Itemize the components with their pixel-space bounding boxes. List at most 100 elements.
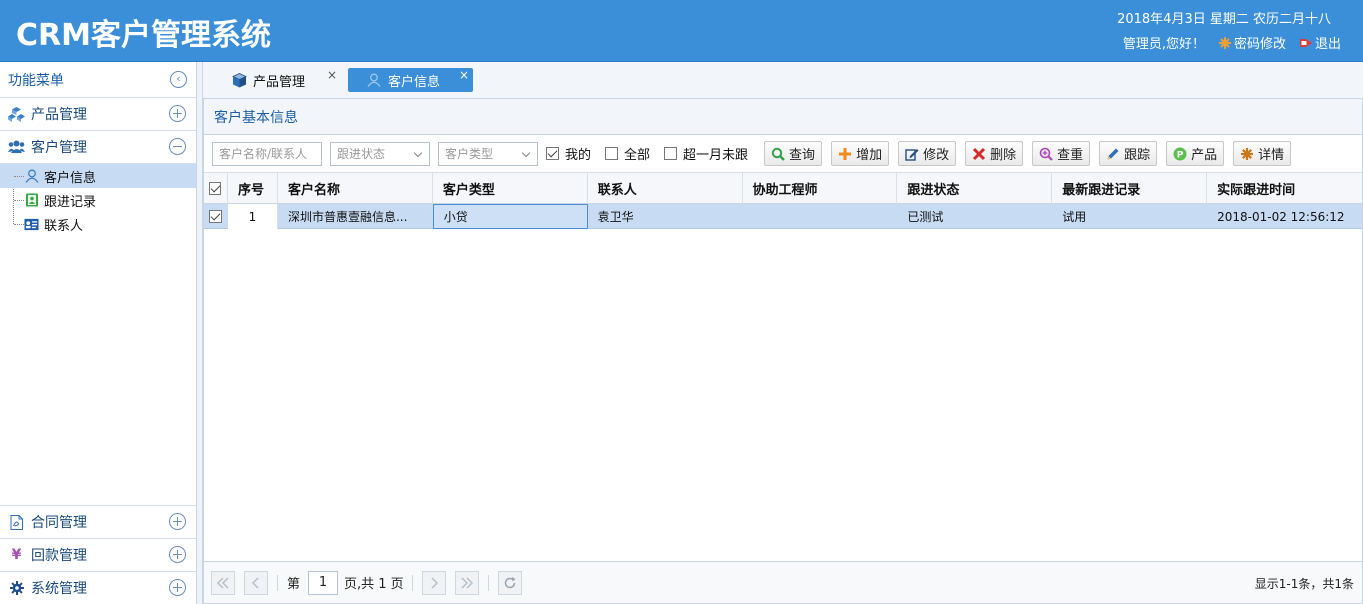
first-page-button[interactable] [211, 570, 235, 595]
select-all-cell[interactable] [204, 173, 228, 204]
follow-status-select[interactable]: 跟进状态 [330, 141, 430, 166]
page-number-input[interactable]: 1 [308, 570, 339, 595]
tab-bar: 产品管理 × 客户信息 × [203, 62, 1363, 99]
user-bar: 管理员,您好！ 密码修改 退出 [1123, 33, 1341, 52]
duplicate-check-button[interactable]: 查重 [1032, 141, 1091, 166]
refresh-icon [504, 576, 516, 588]
column-header[interactable]: 序号 [228, 173, 278, 204]
date-display: 2018年4月3日 星期二 农历二月十八 [1117, 12, 1331, 27]
column-header[interactable]: 客户类型 [433, 173, 588, 204]
search-toolbar: 客户名称/联系人 跟进状态 客户类型 我的 全部 超一月未跟 查询 增加 修改 … [204, 135, 1362, 173]
tree-item-contacts[interactable]: 联系人 [0, 212, 196, 236]
pdf-file-icon [8, 514, 25, 531]
contact-book-icon [24, 193, 39, 208]
add-button[interactable]: 增加 [831, 141, 890, 166]
delete-icon [972, 147, 986, 161]
close-icon[interactable]: × [327, 68, 337, 82]
next-page-button[interactable] [421, 570, 446, 595]
search-icon [771, 147, 785, 161]
zoom-icon [1039, 147, 1053, 161]
tab-product-management[interactable]: 产品管理 × [227, 68, 341, 92]
overdue-checkbox[interactable]: 超一月未跟 [664, 144, 748, 163]
pager-divider [277, 574, 278, 591]
app-header: CRM客户管理系统 2018年4月3日 星期二 农历二月十八 管理员,您好！ 密… [0, 0, 1363, 62]
pagination-bar: 第 1 页,共 1 页 显示1-1条，共1条 [204, 561, 1362, 603]
collapse-icon[interactable] [169, 138, 186, 155]
tree-connector-line [14, 200, 24, 201]
collapse-sidebar-button[interactable]: ‹ [170, 71, 187, 88]
expand-icon[interactable] [169, 105, 186, 122]
follow-button[interactable]: 跟踪 [1099, 141, 1158, 166]
sidebar-group-system[interactable]: 系统管理 [0, 571, 196, 604]
sidebar-group-payment[interactable]: ¥ 回款管理 [0, 538, 196, 571]
refresh-button[interactable] [497, 570, 522, 595]
tab-product-management-label: 产品管理 [253, 74, 306, 90]
expand-icon[interactable] [169, 579, 186, 596]
edit-button[interactable]: 修改 [898, 141, 957, 166]
cell-contact[interactable]: 袁卫华 [588, 204, 743, 229]
sidebar-group-product[interactable]: 产品管理 [0, 98, 196, 131]
mine-checkbox[interactable]: 我的 [546, 144, 591, 163]
cell-engineer[interactable] [743, 204, 898, 229]
chevron-left-icon [251, 576, 259, 589]
page-info: 显示1-1条，共1条 [1254, 577, 1354, 591]
cell-customer-name[interactable]: 深圳市普惠壹融信息... [278, 204, 433, 229]
row-checkbox[interactable] [209, 210, 222, 223]
last-page-button[interactable] [454, 570, 479, 595]
query-button[interactable]: 查询 [764, 141, 823, 166]
chevron-right-icon [431, 576, 438, 589]
column-header[interactable]: 联系人 [588, 173, 743, 204]
all-checkbox[interactable]: 全部 [605, 144, 650, 163]
checkbox-unchecked[interactable] [605, 147, 619, 160]
change-password-link[interactable]: 密码修改 [1218, 33, 1286, 52]
sidebar: 功能菜单 ‹ 产品管理 客户管理 客户信息 跟进记录 联系人 合同管理 ¥ 回款… [0, 62, 197, 604]
grid-header: 序号 客户名称 客户类型 联系人 协助工程师 跟进状态 最新跟进记录 实际跟进时… [204, 173, 1362, 204]
cell-follow-status[interactable]: 已测试 [897, 204, 1052, 229]
page-prefix: 第 [287, 577, 301, 592]
checkbox-unchecked[interactable] [664, 147, 678, 160]
expand-icon[interactable] [169, 546, 186, 563]
column-header[interactable]: 实际跟进时间 [1207, 173, 1362, 204]
table-row[interactable]: 1 深圳市普惠壹融信息... 小贷 袁卫华 已测试 试用 2018-01-02 … [204, 204, 1362, 229]
svg-text:P: P [1177, 150, 1184, 160]
sidebar-group-contract-label: 合同管理 [31, 515, 87, 531]
column-header[interactable]: 客户名称 [278, 173, 433, 204]
cell-latest-record[interactable]: 试用 [1052, 204, 1207, 229]
cubes-icon [8, 106, 25, 123]
column-header[interactable]: 协助工程师 [743, 173, 898, 204]
product-button[interactable]: P 产品 [1166, 141, 1225, 166]
sidebar-title: 功能菜单 ‹ [0, 62, 196, 98]
change-password-label: 密码修改 [1233, 37, 1286, 52]
delete-button[interactable]: 删除 [965, 141, 1024, 166]
double-chevron-right-icon [461, 576, 473, 589]
customer-type-select[interactable]: 客户类型 [438, 141, 538, 166]
prev-page-button[interactable] [244, 570, 268, 595]
pager-divider [411, 574, 413, 591]
product-p-icon: P [1173, 147, 1187, 161]
customer-name-input[interactable]: 客户名称/联系人 [212, 141, 322, 166]
select-all-checkbox[interactable] [209, 182, 221, 195]
row-select-cell[interactable] [204, 204, 228, 229]
expand-icon[interactable] [169, 513, 186, 530]
tree-connector-line [14, 224, 24, 225]
sidebar-group-customer[interactable]: 客户管理 [0, 131, 196, 164]
detail-button[interactable]: 详情 [1233, 141, 1292, 166]
logout-label: 退出 [1314, 37, 1341, 52]
pencil-icon [1106, 147, 1120, 161]
main-panel: 客户基本信息 客户名称/联系人 跟进状态 客户类型 我的 全部 超一月未跟 查询 [203, 99, 1363, 604]
column-header[interactable]: 跟进状态 [897, 173, 1053, 204]
cell-customer-type[interactable]: 小贷 [432, 204, 588, 229]
tab-customer-info[interactable]: 客户信息 × [348, 68, 473, 92]
tree-item-customer-info[interactable]: 客户信息 [0, 164, 196, 188]
tree-item-follow-records[interactable]: 跟进记录 [0, 188, 196, 212]
delete-button-label: 删除 [990, 148, 1017, 163]
overdue-label: 超一月未跟 [683, 148, 749, 163]
close-icon[interactable]: × [459, 68, 469, 82]
logout-link[interactable]: 退出 [1299, 33, 1341, 52]
users-icon [8, 139, 25, 156]
sidebar-group-contract[interactable]: 合同管理 [0, 505, 196, 538]
user-icon [24, 169, 39, 184]
cell-follow-time[interactable]: 2018-01-02 12:56:12 [1207, 204, 1362, 229]
column-header[interactable]: 最新跟进记录 [1052, 173, 1208, 204]
checkbox-checked[interactable] [546, 147, 559, 160]
